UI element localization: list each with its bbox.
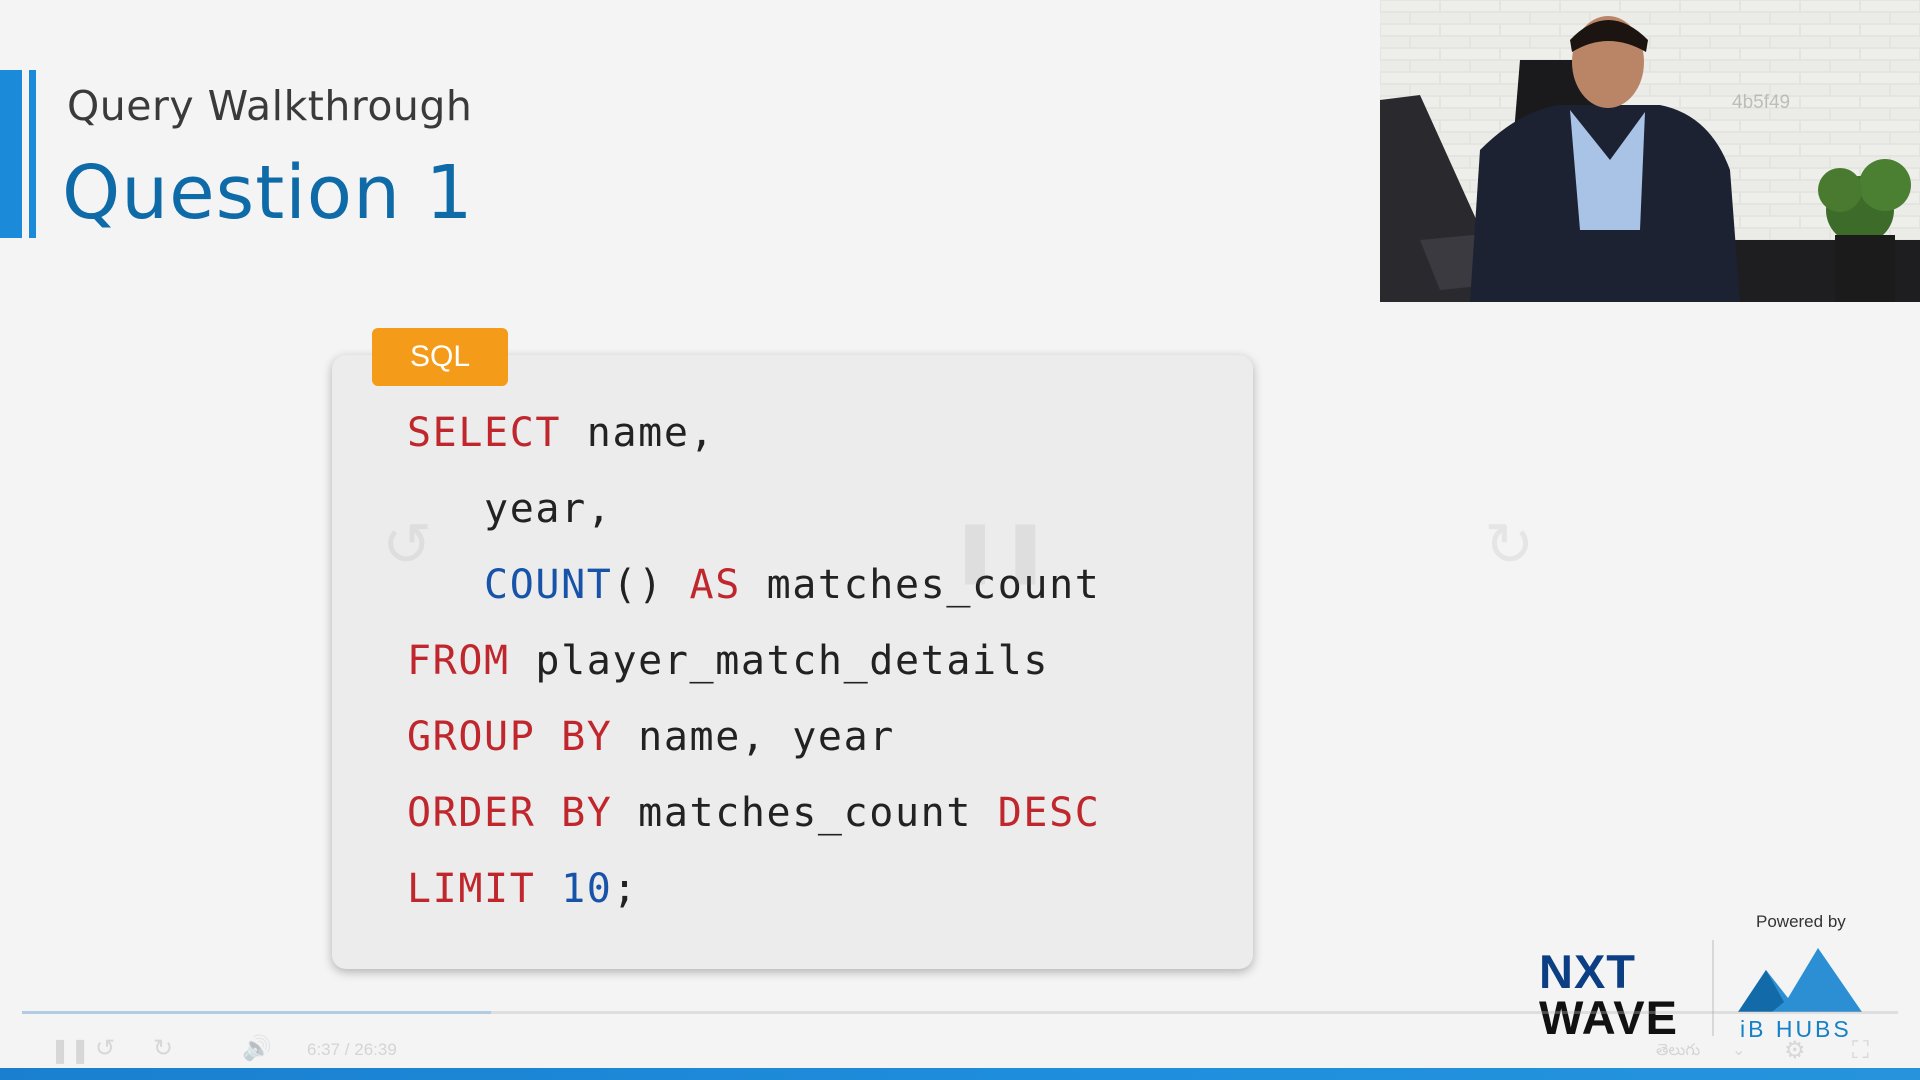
code-line: ORDER BY matches_count DESC <box>407 790 1100 836</box>
forward-overlay-icon[interactable]: ↻ <box>1484 510 1534 580</box>
code-token-kw: GROUP BY <box>407 714 613 760</box>
code-token-kw: FROM <box>407 638 510 684</box>
pause-overlay-icon[interactable]: ❚❚ <box>950 515 1051 585</box>
code-token-plain: name, year <box>612 714 895 760</box>
accent-bar <box>0 70 22 238</box>
code-token-plain: matches_count <box>612 790 998 836</box>
chevron-down-icon[interactable]: ⌄ <box>1732 1040 1745 1059</box>
code-token-plain: year, <box>407 486 613 532</box>
slide-subtitle: Query Walkthrough <box>67 82 473 130</box>
accent-bar-thin <box>29 70 36 238</box>
code-token-kw: LIMIT <box>407 866 536 912</box>
code-token-kw: AS <box>689 562 741 608</box>
language-selector[interactable]: తెలుగు <box>1656 1040 1700 1063</box>
gear-icon[interactable]: ⚙ <box>1784 1036 1806 1064</box>
code-line: year, <box>407 486 612 532</box>
seek-bar-progress[interactable] <box>22 1011 491 1014</box>
code-token-kw: ORDER BY <box>407 790 613 836</box>
language-badge: SQL <box>372 328 508 386</box>
powered-by-label: Powered by <box>1756 912 1846 931</box>
presenter-video <box>1380 0 1920 302</box>
slide-title: Question 1 <box>62 150 474 236</box>
code-token-plain: player_match_details <box>509 638 1050 684</box>
code-token-plain: ; <box>612 866 639 912</box>
code-line: LIMIT 10; <box>407 866 638 912</box>
webcam-feed <box>1380 0 1920 302</box>
code-token-kw: SELECT <box>407 410 562 456</box>
code-token-num: 10 <box>561 866 613 912</box>
watermark: 4b5f49 <box>1732 92 1791 113</box>
forward-icon[interactable]: ↻ <box>153 1034 173 1062</box>
volume-icon[interactable]: 🔊 <box>242 1034 272 1062</box>
code-token-fn: COUNT <box>484 562 613 608</box>
code-line: FROM player_match_details <box>407 638 1049 684</box>
code-token-kw: DESC <box>997 790 1101 836</box>
pause-icon[interactable]: ❚❚ <box>50 1036 90 1064</box>
code-line: SELECT name, <box>407 410 715 456</box>
rewind-overlay-icon[interactable]: ↺ <box>382 510 432 580</box>
rewind-icon[interactable]: ↺ <box>95 1034 115 1062</box>
fullscreen-icon[interactable]: ⛶ <box>1852 1036 1869 1064</box>
code-token-plain: name, <box>561 410 716 456</box>
code-line: GROUP BY name, year <box>407 714 895 760</box>
code-token-plain: () <box>612 562 690 608</box>
time-display: 6:37 / 26:39 <box>307 1040 397 1059</box>
bottom-strip <box>0 1068 1920 1080</box>
